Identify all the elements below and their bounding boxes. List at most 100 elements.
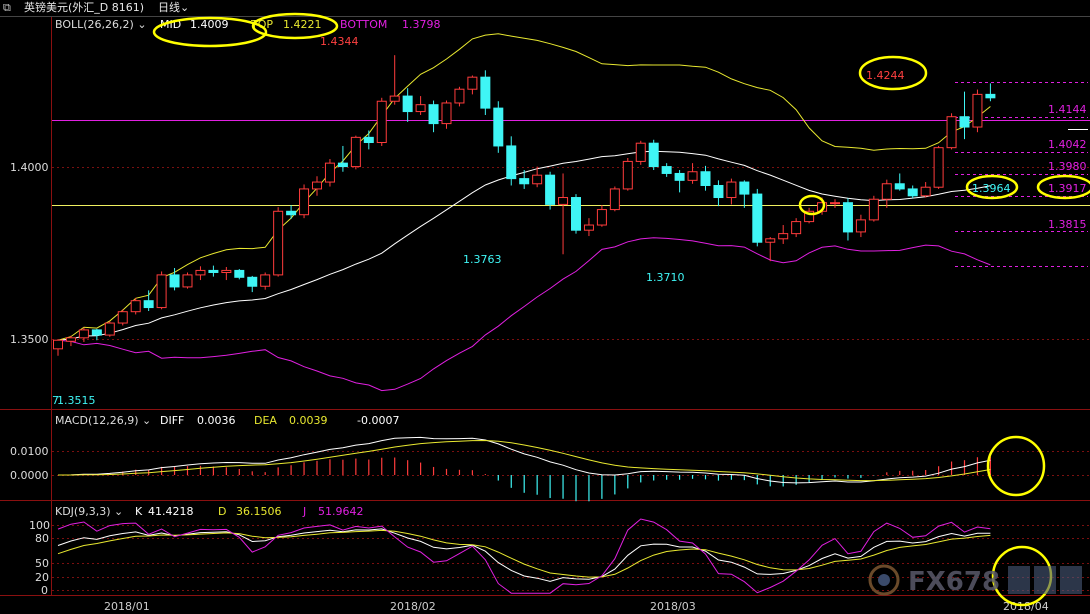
kdj-tick: 100 xyxy=(29,519,50,532)
candle-body xyxy=(622,160,633,190)
candle-body xyxy=(467,76,478,90)
x-tick: 2018/02 xyxy=(390,600,436,613)
dea-label: DEA xyxy=(254,414,277,427)
candle-body xyxy=(402,95,413,113)
logo-text: FX678 xyxy=(908,567,1000,597)
level-label: 1.4144 xyxy=(1048,103,1087,116)
candle-body xyxy=(117,311,128,324)
candle-body xyxy=(299,188,310,216)
candle-body xyxy=(130,300,141,313)
k-value: 41.4218 xyxy=(148,505,194,518)
macd-label: MACD(12,26,9) xyxy=(55,414,139,427)
highlight-ellipse xyxy=(986,435,1046,497)
candle-body xyxy=(752,193,763,243)
kdj-legend: KDJ(9,3,3) ⌄ K 41.4218 D 36.1506 J 51.9642 xyxy=(55,505,364,518)
candle-body xyxy=(583,224,594,231)
bottom-label: BOTTOM xyxy=(340,18,387,31)
top-value: 1.4221 xyxy=(283,18,322,31)
candle-body xyxy=(739,181,750,195)
level-label: 1.3917 xyxy=(1048,182,1087,195)
candle-body xyxy=(234,269,245,278)
price-chart[interactable]: 1.4000 1.3500 0.0100 0.0000 100 80 50 20… xyxy=(0,0,1090,614)
candle-body xyxy=(920,186,931,197)
j-label: J xyxy=(302,505,306,518)
candle-body xyxy=(506,145,517,180)
macd-dea-line xyxy=(58,439,991,482)
candle-body xyxy=(208,269,219,273)
candle-body xyxy=(493,107,504,147)
candle-body xyxy=(985,93,996,99)
kdj-d-line xyxy=(57,529,991,578)
level-label: 1.3964 xyxy=(972,182,1011,195)
low-label: 1.3763 xyxy=(463,253,502,266)
candle-body xyxy=(337,162,348,168)
candle-body xyxy=(648,142,659,168)
candle-body xyxy=(881,183,892,200)
diff-label: DIFF xyxy=(160,414,184,427)
boll-legend: BOLL(26,26,2) ⌄ MID 1.4009 TOP 1.4221 BOTT… xyxy=(55,18,441,31)
macd-tick: 0.0100 xyxy=(10,445,49,458)
level-label: 1.3815 xyxy=(1048,218,1087,231)
candle-body xyxy=(376,100,387,144)
kdj-tick: 80 xyxy=(35,532,49,545)
candle-body xyxy=(713,184,724,199)
candle-body xyxy=(933,147,944,188)
candle-body xyxy=(868,198,879,221)
candle-body xyxy=(221,269,232,273)
candle-body xyxy=(156,274,167,309)
kdj-j-line xyxy=(57,518,991,594)
candle-body xyxy=(247,276,258,287)
candle-body xyxy=(454,88,465,104)
candle-body xyxy=(855,219,866,233)
x-tick: 2018/01 xyxy=(104,600,150,613)
kdj-tick: 0 xyxy=(41,584,48,597)
candle-body xyxy=(972,93,983,128)
macd-value: -0.0007 xyxy=(357,414,399,427)
candle-body xyxy=(946,116,957,149)
candle-body xyxy=(65,337,76,342)
level-label: 1.3980 xyxy=(1048,160,1087,173)
candle-body xyxy=(78,329,89,339)
candle-body xyxy=(830,202,840,205)
candle-body xyxy=(661,166,672,174)
kdj-tick: 50 xyxy=(35,557,49,570)
candle-body xyxy=(91,329,102,336)
kdj-panel xyxy=(57,518,991,594)
j-value: 51.9642 xyxy=(318,505,364,518)
candle-body xyxy=(778,233,789,240)
level-label: 1.4042 xyxy=(1048,138,1087,151)
candle-body xyxy=(609,188,620,211)
candle-body xyxy=(571,197,581,231)
candle-body xyxy=(441,102,452,125)
candle-body xyxy=(260,274,271,287)
candle-body xyxy=(312,181,322,190)
d-label: D xyxy=(218,505,226,518)
candle-body xyxy=(480,76,491,109)
candle-body xyxy=(545,174,556,205)
chevron-down-icon: ⌄ xyxy=(111,505,127,518)
candle-body xyxy=(104,322,115,336)
candle-body xyxy=(635,142,646,162)
candle-body xyxy=(791,221,802,235)
candle-body xyxy=(143,300,154,309)
candle-body xyxy=(350,136,361,168)
candle-body xyxy=(765,238,776,243)
candle-body xyxy=(700,171,711,186)
x-tick: 2018/03 xyxy=(650,600,696,613)
candle-body xyxy=(687,171,698,181)
price-tick: 1.4000 xyxy=(10,161,49,174)
diff-value: 0.0036 xyxy=(197,414,236,427)
candle-body xyxy=(363,136,374,144)
low-label: 1.3710 xyxy=(646,271,685,284)
candle-body xyxy=(169,274,180,288)
candle-body xyxy=(324,162,335,183)
candle-body xyxy=(894,183,905,190)
kdj-tick: 20 xyxy=(35,571,49,584)
candle-body xyxy=(286,210,297,216)
candle-body xyxy=(428,104,439,125)
macd-tick: 0.0000 xyxy=(10,469,49,482)
candle-body xyxy=(726,181,737,199)
macd-panel xyxy=(57,436,992,502)
d-value: 36.1506 xyxy=(236,505,282,518)
logo-icon xyxy=(1060,566,1082,594)
